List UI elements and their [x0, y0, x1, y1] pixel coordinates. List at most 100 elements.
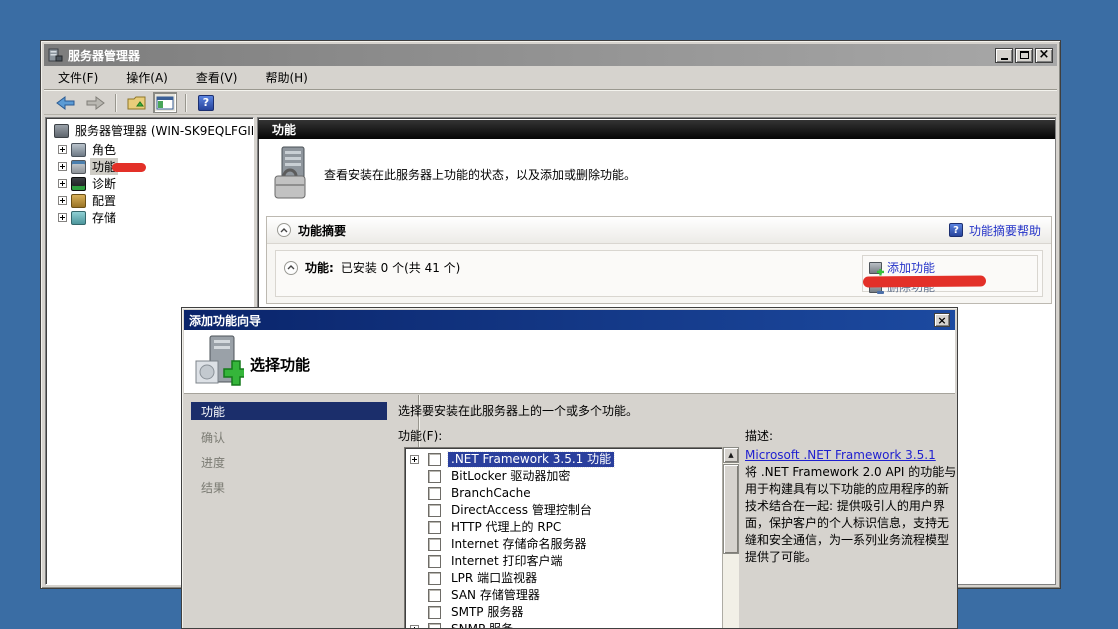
help-icon: ? — [949, 223, 963, 237]
feature-checkbox[interactable] — [428, 538, 441, 551]
features-list-label: 功能(F): — [398, 427, 442, 444]
features-icon — [71, 160, 86, 174]
feature-row[interactable]: LPR 端口监视器 — [405, 570, 738, 587]
features-list-scrollbar[interactable]: ▲ — [722, 447, 739, 629]
feature-checkbox[interactable] — [428, 623, 441, 629]
wizard-step-results[interactable]: 结果 — [201, 479, 225, 496]
tree-item-label: 配置 — [90, 192, 118, 209]
minimize-button[interactable] — [995, 48, 1013, 63]
tree-root[interactable]: 服务器管理器 (WIN-SK9EQLFGIL — [50, 122, 254, 139]
desktop: 服务器管理器 文件(F) 操作(A) 查看(V) 帮助(H) — [0, 0, 1118, 629]
add-features-action[interactable]: 添加功能 — [869, 258, 1031, 277]
feature-checkbox[interactable] — [428, 521, 441, 534]
features-list[interactable]: .NET Framework 3.5.1 功能 BitLocker 驱动器加密 … — [404, 447, 739, 629]
toolbar-separator — [115, 94, 116, 112]
summary-header: 功能摘要 ? 功能摘要帮助 — [267, 217, 1051, 244]
pane-title: 功能 — [272, 121, 296, 138]
close-button[interactable] — [1035, 48, 1053, 63]
help-icon: ? — [198, 95, 214, 111]
features-label: 功能: — [305, 259, 334, 276]
features-summary-help-link[interactable]: 功能摘要帮助 — [969, 222, 1041, 239]
add-features-link[interactable]: 添加功能 — [887, 259, 935, 276]
feature-row[interactable]: BranchCache — [405, 485, 738, 502]
tree-item-roles[interactable]: 角色 — [58, 141, 118, 158]
feature-checkbox[interactable] — [428, 470, 441, 483]
wizard-step-confirmation[interactable]: 确认 — [201, 429, 225, 446]
wizard-step-progress[interactable]: 进度 — [201, 454, 225, 471]
diagnostics-icon — [71, 177, 86, 191]
expand-icon[interactable] — [58, 179, 67, 188]
features-installed-count: 已安装 0 个(共 41 个) — [341, 259, 461, 276]
scroll-up-icon[interactable]: ▲ — [723, 447, 739, 463]
expand-icon[interactable] — [58, 145, 67, 154]
feature-label[interactable]: .NET Framework 3.5.1 功能 — [448, 452, 614, 467]
feature-row[interactable]: SMTP 服务器 — [405, 604, 738, 621]
feature-row[interactable]: HTTP 代理上的 RPC — [405, 519, 738, 536]
tree-item-label: 角色 — [90, 141, 118, 158]
feature-row[interactable]: SNMP 服务 — [405, 621, 738, 629]
maximize-button[interactable] — [1015, 48, 1033, 63]
tree-item-configuration[interactable]: 配置 — [58, 192, 118, 209]
feature-label[interactable]: Internet 打印客户端 — [448, 554, 565, 569]
features-summary-section: 功能摘要 ? 功能摘要帮助 功能: 已安装 0 个(共 41 个) — [266, 216, 1052, 304]
feature-checkbox[interactable] — [428, 555, 441, 568]
expand-icon[interactable] — [58, 162, 67, 171]
expand-icon[interactable] — [58, 196, 67, 205]
collapse-chevron-icon[interactable] — [277, 223, 291, 237]
feature-description-link[interactable]: Microsoft .NET Framework 3.5.1 — [745, 448, 936, 462]
tree-item-diagnostics[interactable]: 诊断 — [58, 175, 118, 192]
back-button[interactable] — [54, 92, 78, 113]
wizard-page-title: 选择功能 — [250, 354, 310, 375]
collapse-chevron-icon[interactable] — [284, 261, 298, 275]
menu-view[interactable]: 查看(V) — [196, 69, 238, 86]
help-button[interactable]: ? — [194, 92, 218, 113]
add-features-wizard-icon — [194, 335, 244, 391]
feature-checkbox[interactable] — [428, 453, 441, 466]
minimize-icon — [1001, 58, 1008, 60]
scrollbar-thumb[interactable] — [723, 464, 739, 554]
wizard-body: 功能 确认 进度 结果 选择要安装在此服务器上的一个或多个功能。 功能(F): … — [184, 395, 955, 628]
feature-label[interactable]: LPR 端口监视器 — [448, 571, 540, 586]
window-title: 服务器管理器 — [68, 47, 140, 64]
feature-label[interactable]: SNMP 服务 — [448, 622, 516, 629]
feature-row[interactable]: Internet 存储命名服务器 — [405, 536, 738, 553]
feature-label[interactable]: HTTP 代理上的 RPC — [448, 520, 564, 535]
tree-item-storage[interactable]: 存储 — [58, 209, 118, 226]
feature-checkbox[interactable] — [428, 589, 441, 602]
dialog-close-button[interactable]: × — [934, 313, 950, 327]
feature-label[interactable]: DirectAccess 管理控制台 — [448, 503, 595, 518]
dialog-title-bar[interactable]: 添加功能向导 × — [184, 310, 955, 330]
feature-row[interactable]: Internet 打印客户端 — [405, 553, 738, 570]
tree-root-label: 服务器管理器 (WIN-SK9EQLFGIL — [73, 122, 254, 139]
wizard-step-features[interactable]: 功能 — [191, 402, 387, 420]
tree-item-features[interactable]: 功能 — [58, 158, 118, 175]
feature-label[interactable]: SAN 存储管理器 — [448, 588, 543, 603]
expand-icon[interactable] — [58, 213, 67, 222]
pane-header: 功能 — [258, 120, 1055, 139]
pane-description: 查看安装在此服务器上功能的状态，以及添加或删除功能。 — [324, 166, 636, 183]
console-tree-toggle-button[interactable] — [153, 92, 177, 113]
feature-row[interactable]: DirectAccess 管理控制台 — [405, 502, 738, 519]
expand-icon[interactable] — [410, 625, 419, 629]
features-count-section: 功能: 已安装 0 个(共 41 个) 添加功能 删除功能 — [275, 250, 1043, 297]
show-folder-button[interactable] — [124, 92, 148, 113]
menu-help[interactable]: 帮助(H) — [265, 69, 307, 86]
feature-row[interactable]: .NET Framework 3.5.1 功能 — [405, 451, 738, 468]
title-bar[interactable]: 服务器管理器 — [44, 44, 1057, 66]
feature-label[interactable]: BranchCache — [448, 486, 534, 501]
menu-file[interactable]: 文件(F) — [58, 69, 98, 86]
feature-label[interactable]: Internet 存储命名服务器 — [448, 537, 589, 552]
feature-label[interactable]: SMTP 服务器 — [448, 605, 526, 620]
feature-checkbox[interactable] — [428, 606, 441, 619]
forward-button[interactable] — [83, 92, 107, 113]
feature-checkbox[interactable] — [428, 572, 441, 585]
features-toolbox-icon — [272, 146, 314, 204]
feature-row[interactable]: BitLocker 驱动器加密 — [405, 468, 738, 485]
menu-action[interactable]: 操作(A) — [126, 69, 168, 86]
expand-icon[interactable] — [410, 455, 419, 464]
feature-checkbox[interactable] — [428, 504, 441, 517]
feature-label[interactable]: BitLocker 驱动器加密 — [448, 469, 573, 484]
feature-checkbox[interactable] — [428, 487, 441, 500]
feature-row[interactable]: SAN 存储管理器 — [405, 587, 738, 604]
tree-item-label: 诊断 — [90, 175, 118, 192]
